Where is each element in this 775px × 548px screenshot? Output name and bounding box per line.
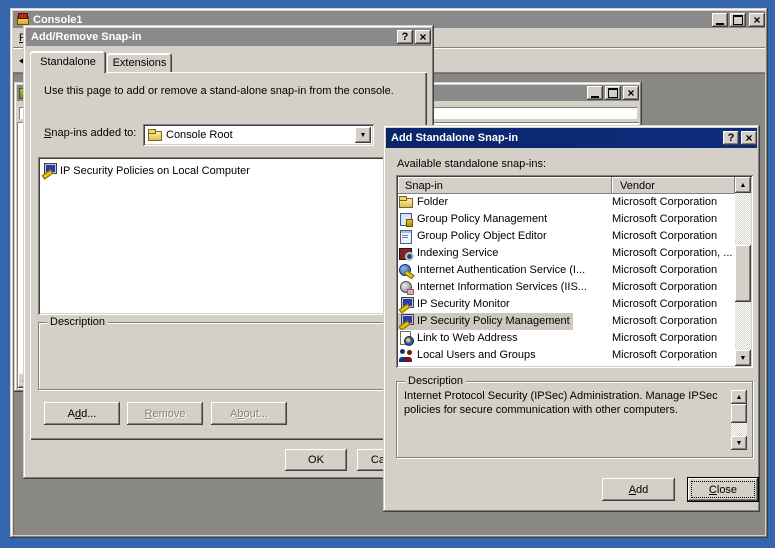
table-row[interactable]: Link to Web Address Microsoft Corporatio…	[398, 330, 735, 347]
table-row[interactable]: Internet Information Services (IIS... Mi…	[398, 279, 735, 296]
ip-security-policy-icon	[399, 314, 414, 329]
add-button[interactable]: Add	[602, 478, 675, 501]
dialog-close-button[interactable]: ×	[415, 30, 431, 44]
available-snapins-label: Available standalone snap-ins:	[397, 158, 546, 170]
scrollbar-down-button[interactable]: ▼	[735, 350, 751, 366]
addstandalone-titlebar[interactable]: Add Standalone Snap-in ? ×	[386, 128, 757, 148]
snapin-listview: Snap-in Vendor Folder Microsoft Corporat…	[396, 175, 753, 368]
list-item-label: IP Security Policies on Local Computer	[60, 165, 250, 177]
addremove-title: Add/Remove Snap-in	[31, 31, 142, 43]
addstandalone-title: Add Standalone Snap-in	[391, 132, 518, 144]
scrollbar-up-button[interactable]: ▲	[735, 177, 751, 193]
desc-scroll-down-button[interactable]: ▼	[731, 436, 747, 450]
dialog-add-remove-snapin: Add/Remove Snap-in ? × Standalone Extens…	[23, 25, 434, 479]
description-groupbox: Description Internet Protocol Security (…	[396, 381, 753, 458]
listview-scrollbar[interactable]: ▲ ▼	[735, 177, 751, 366]
tab-page: Use this page to add or remove a stand-a…	[30, 72, 427, 440]
maximize-button[interactable]	[730, 13, 746, 27]
local-users-icon	[399, 348, 414, 363]
description-scrollbar[interactable]: ▲ ▼	[731, 390, 747, 450]
snapins-listbox[interactable]: IP Security Policies on Local Computer	[38, 157, 420, 315]
description-groupbox: Description	[38, 322, 420, 390]
desc-scrollbar-thumb[interactable]	[731, 404, 747, 423]
description-text: Internet Protocol Security (IPSec) Admin…	[404, 389, 726, 417]
table-row[interactable]: Internet Authentication Service (I... Mi…	[398, 262, 735, 279]
dialog-close-button[interactable]: ×	[741, 131, 757, 145]
table-row[interactable]: Folder Microsoft Corporation	[398, 194, 735, 211]
table-row[interactable]: IP Security Monitor Microsoft Corporatio…	[398, 296, 735, 313]
child-minimize-button[interactable]	[587, 86, 603, 100]
intro-text: Use this page to add or remove a stand-a…	[44, 85, 394, 97]
about-button[interactable]: About...	[211, 402, 287, 425]
scrollbar-thumb[interactable]	[735, 245, 751, 302]
table-row[interactable]: Local Users and Groups Microsoft Corpora…	[398, 347, 735, 364]
indexing-service-icon	[399, 246, 414, 261]
addremove-titlebar[interactable]: Add/Remove Snap-in ? ×	[26, 28, 431, 46]
folder-icon	[399, 195, 414, 210]
column-header-snapin[interactable]: Snap-in	[398, 177, 612, 194]
list-item[interactable]: IP Security Policies on Local Computer	[42, 162, 416, 179]
description-group-label: Description	[405, 375, 466, 387]
iis-icon	[399, 280, 414, 295]
console-root-combobox[interactable]: Console Root ▼	[143, 124, 374, 146]
folder-open-icon	[148, 128, 163, 143]
add-snapin-button[interactable]: Add...	[44, 402, 120, 425]
console-title: Console1	[33, 14, 83, 26]
internet-auth-icon	[399, 263, 414, 278]
web-link-icon	[399, 331, 414, 346]
child-maximize-button[interactable]	[605, 86, 621, 100]
desc-scroll-up-button[interactable]: ▲	[731, 390, 747, 404]
help-button[interactable]: ?	[397, 30, 413, 44]
desktop: Console1 × File × ◀	[0, 0, 775, 548]
table-row-selected[interactable]: IP Security Policy Management Microsoft …	[398, 313, 735, 330]
tab-extensions[interactable]: Extensions	[107, 53, 172, 73]
ok-button[interactable]: OK	[285, 449, 347, 471]
description-group-label: Description	[47, 316, 108, 328]
close-button-default[interactable]: Close	[687, 477, 759, 502]
table-row[interactable]: Group Policy Management Microsoft Corpor…	[398, 211, 735, 228]
tab-standalone[interactable]: Standalone	[30, 51, 106, 73]
group-policy-editor-icon	[399, 229, 414, 244]
close-button[interactable]: ×	[749, 13, 765, 27]
minimize-button[interactable]	[712, 13, 728, 27]
dialog-add-standalone-snapin: Add Standalone Snap-in ? × Available sta…	[383, 125, 760, 512]
column-header-vendor[interactable]: Vendor	[612, 177, 735, 194]
snapin-rows: Folder Microsoft Corporation Group Polic…	[398, 194, 735, 366]
help-button[interactable]: ?	[723, 131, 739, 145]
ip-security-monitor-icon	[399, 297, 414, 312]
table-row[interactable]: Indexing Service Microsoft Corporation, …	[398, 245, 735, 262]
remove-button[interactable]: Remove	[127, 402, 203, 425]
ipsec-policy-icon	[42, 163, 57, 178]
snapins-added-to-label: Snap-ins added to:	[44, 127, 136, 139]
group-policy-management-icon	[399, 212, 414, 227]
table-row[interactable]: Group Policy Object Editor Microsoft Cor…	[398, 228, 735, 245]
combobox-dropdown-button[interactable]: ▼	[355, 127, 371, 143]
combobox-value: Console Root	[166, 129, 233, 141]
child-close-button[interactable]: ×	[623, 86, 639, 100]
